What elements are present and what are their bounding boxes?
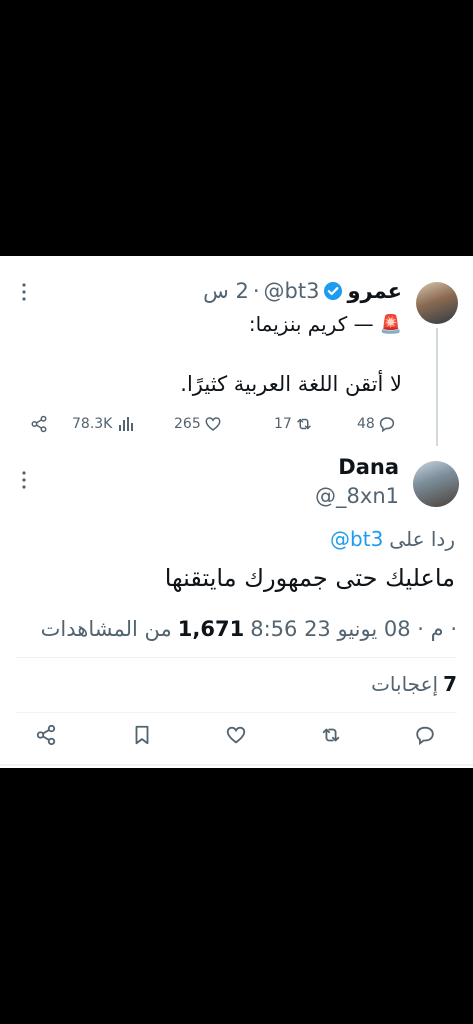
reply-more-options-icon[interactable]	[18, 470, 30, 490]
tweet-text-line-2: لا أتقن اللغة العربية كثيرًا.	[180, 372, 402, 396]
reply-bubble-icon	[378, 415, 396, 433]
retweet-stat[interactable]: 17	[274, 414, 313, 434]
share-button[interactable]	[35, 724, 57, 746]
dot-separator: ·	[252, 279, 260, 303]
tweet-line-1: 🚨 — كريم بنزيما:	[249, 310, 402, 338]
likes-summary-count: 7	[443, 672, 457, 696]
retweets-count: 17	[274, 416, 292, 432]
reply-timestamp[interactable]: 8:56 م · 08 يونيو 23 ·	[250, 617, 457, 641]
siren-icon: 🚨	[379, 313, 402, 335]
bar-chart-icon	[118, 416, 134, 432]
reply-stat[interactable]: 48	[357, 414, 396, 434]
likes-count: 265	[174, 416, 201, 432]
divider	[16, 712, 457, 713]
heart-icon	[204, 415, 222, 433]
retweet-icon	[295, 415, 313, 433]
reply-author-name[interactable]: Dana	[338, 455, 399, 479]
views-stat[interactable]: 78.3K	[72, 414, 134, 434]
bookmark-button[interactable]	[131, 724, 153, 746]
tweet-text-line-1: — كريم بنزيما:	[248, 312, 374, 336]
author-name[interactable]: عمرو	[347, 279, 402, 303]
divider	[0, 764, 473, 766]
replying-to-label: ردا على	[389, 527, 455, 551]
reply-author-handle[interactable]: @_8xn1	[315, 484, 399, 508]
tweet-header: عمرو @bt3 · 2 س	[203, 278, 402, 304]
reply-text: ماعليك حتى جمهورك مايتقنها	[164, 564, 455, 592]
reply-avatar[interactable]	[413, 461, 459, 507]
divider	[16, 657, 457, 658]
replying-to: ردا على @bt3	[330, 526, 455, 552]
reply-meta: 8:56 م · 08 يونيو 23 · 1,671 من المشاهدا…	[41, 614, 457, 644]
like-button[interactable]	[225, 724, 247, 746]
reply-button[interactable]	[414, 724, 436, 746]
views-count: 78.3K	[72, 416, 113, 432]
verified-badge-icon	[323, 281, 343, 301]
thread-line	[436, 328, 438, 446]
share-button[interactable]	[30, 415, 48, 433]
more-options-icon[interactable]	[18, 282, 30, 302]
tweet-thread-card: عمرو @bt3 · 2 س 🚨 — كريم بنزيما: لا أتقن…	[0, 256, 473, 768]
reply-views-count: 1,671	[177, 617, 245, 641]
likes-summary[interactable]: 7 إعجابات	[371, 670, 457, 698]
avatar[interactable]	[416, 282, 458, 324]
reply-views-label: من المشاهدات	[40, 617, 172, 641]
retweet-button[interactable]	[319, 724, 343, 746]
replying-to-handle[interactable]: @bt3	[330, 527, 383, 551]
tweet-time[interactable]: 2 س	[203, 279, 249, 303]
like-stat[interactable]: 265	[174, 414, 222, 434]
likes-summary-label: إعجابات	[371, 672, 439, 696]
replies-count: 48	[357, 416, 375, 432]
author-handle[interactable]: @bt3	[264, 279, 320, 303]
